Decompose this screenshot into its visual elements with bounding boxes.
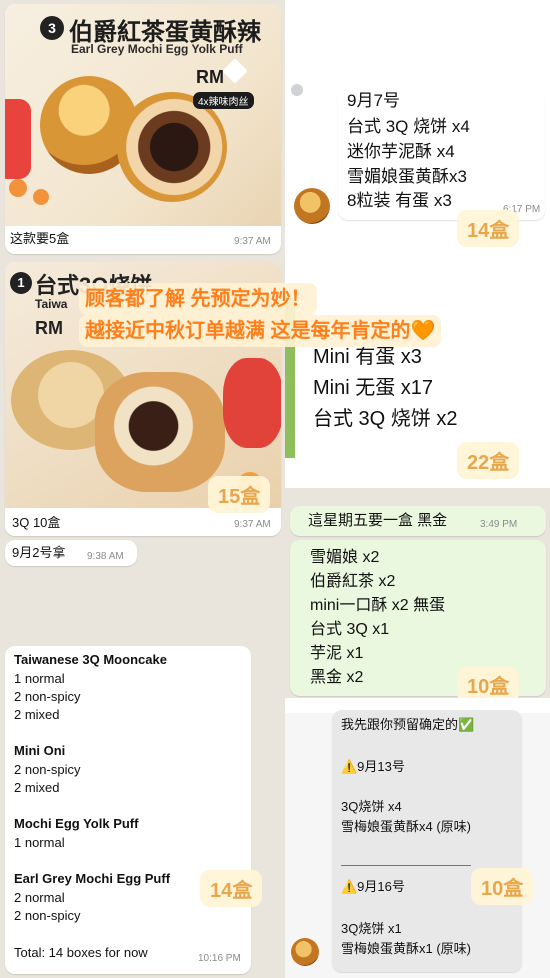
order-line: 台式 3Q 烧饼 x4	[347, 117, 470, 136]
message-time: 9:38 AM	[87, 551, 124, 562]
promo-banner-line-1: 顾客都了解 先预定为妙！	[79, 283, 317, 315]
message-time: 9:37 AM	[234, 519, 271, 530]
product-title-en: Taiwa	[35, 297, 68, 311]
panel-mini-order: Mini 有蛋 x3 Mini 无蛋 x17 台式 3Q 烧饼 x2 22盒	[285, 258, 550, 488]
message-time: 9:37 AM	[234, 236, 271, 247]
text-message-bubble[interactable]: 我先跟你预留确定的✅ ⚠️9月13号 3Q烧饼 x4 雪梅娘蛋黄酥x4 (原味)…	[332, 710, 522, 972]
box-count-badge: 10盒	[471, 868, 534, 905]
box-count-badge: 15盒	[208, 476, 271, 513]
orange-fruit-decoration	[9, 179, 27, 197]
red-lantern-decoration	[223, 358, 281, 448]
message-time: 3:49 PM	[480, 519, 518, 530]
order-line: 黑金 x2	[310, 669, 364, 686]
section-title: Taiwanese 3Q Mooncake	[14, 652, 167, 667]
order-line: 台式 3Q x1	[310, 621, 390, 638]
text-message-bubble[interactable]: Taiwanese 3Q Mooncake 1 normal 2 non-spi…	[5, 646, 251, 974]
reservation-item: 3Q烧饼 x1	[341, 921, 402, 936]
spicy-subtitle: 4x辣味肉丝	[193, 92, 254, 109]
orange-lantern-decoration	[5, 99, 31, 179]
order-line: 迷你芋泥酥 x4	[347, 142, 455, 161]
mooncake-avatar	[294, 188, 330, 224]
section-title: Mini Oni	[14, 743, 66, 758]
section-item: 2 non-spicy	[14, 762, 81, 777]
panel-reservation-confirmation: 我先跟你预留确定的✅ ⚠️9月13号 3Q烧饼 x4 雪梅娘蛋黄酥x4 (原味)…	[285, 698, 550, 978]
intro-text: 我先跟你预留确定的✅	[341, 717, 475, 732]
section-item: 2 non-spicy	[14, 689, 81, 704]
image-message-bubble[interactable]: 3 伯爵紅茶蛋黄酥辣 Earl Grey Mochi Egg Yolk Puff…	[5, 4, 281, 254]
box-count-badge: 14盒	[200, 870, 263, 907]
text-message-bubble[interactable]: 9月7号 台式 3Q 烧饼 x4 迷你芋泥酥 x4 雪媚娘蛋黄酥x3 8粒装 有…	[338, 88, 545, 220]
caption-text: 3Q 10盒	[12, 515, 61, 530]
panel-earl-grey-order: 3 伯爵紅茶蛋黄酥辣 Earl Grey Mochi Egg Yolk Puff…	[0, 0, 285, 258]
reservation-item: 3Q烧饼 x4	[341, 799, 402, 814]
price-text: RM	[35, 318, 63, 338]
order-line: Mini 无蛋 x17	[313, 377, 434, 399]
reservation-item: 雪梅娘蛋黄酥x4 (原味)	[341, 819, 472, 834]
section-title: Earl Grey Mochi Egg Puff	[14, 871, 171, 886]
badge-3: 3	[40, 16, 64, 40]
date-heading: ⚠️9月16号	[341, 879, 405, 894]
order-line: 雪媚娘 x2	[310, 549, 380, 566]
price-text: RM	[196, 67, 224, 87]
product-title-en: Earl Grey Mochi Egg Yolk Puff	[71, 42, 243, 56]
box-count-badge: 14盒	[457, 210, 520, 247]
caption-text: 这款要5盒	[10, 231, 70, 246]
header-text: 這星期五要一盒 黑金	[308, 512, 448, 529]
product-photo[interactable]: 3 伯爵紅茶蛋黄酥辣 Earl Grey Mochi Egg Yolk Puff…	[5, 4, 281, 226]
order-line: 台式 3Q 烧饼 x2	[313, 408, 458, 430]
order-line: 9月7号	[347, 91, 400, 110]
order-line: 芋泥 x1	[310, 645, 364, 662]
orange-fruit-decoration-2	[33, 189, 49, 205]
order-line: 8粒装 有蛋 x3	[347, 191, 452, 210]
panel-sep7-order: 9月7号 台式 3Q 烧饼 x4 迷你芋泥酥 x4 雪媚娘蛋黄酥x3 8粒装 有…	[285, 0, 550, 258]
panel-english-order: Taiwanese 3Q Mooncake 1 normal 2 non-spi…	[0, 570, 285, 978]
text-message-bubble[interactable]: 9月2号拿 9:38 AM	[5, 540, 137, 566]
section-item: 1 normal	[14, 671, 65, 686]
total-text: Total: 14 boxes for now	[14, 945, 148, 960]
box-count-badge: 22盒	[457, 442, 520, 479]
green-header-bubble[interactable]: 這星期五要一盒 黑金 3:49 PM	[290, 506, 546, 536]
section-item: 2 normal	[14, 890, 65, 905]
order-line: 伯爵紅茶 x2	[310, 573, 396, 590]
order-line: Mini 有蛋 x3	[313, 346, 422, 368]
section-item: 1 normal	[14, 835, 65, 850]
badge-1: 1	[10, 272, 32, 294]
price-heart-icon	[222, 58, 248, 84]
order-line: 雪媚娘蛋黄酥x3	[347, 167, 467, 186]
mooncake-avatar	[291, 938, 319, 966]
panel-heijin-order: 這星期五要一盒 黑金 3:49 PM 雪媚娘 x2 伯爵紅茶 x2 mini一口…	[285, 488, 550, 698]
section-item: 2 mixed	[14, 780, 60, 795]
order-line: mini一口酥 x2 無蛋	[310, 597, 446, 614]
date-heading: ⚠️9月13号	[341, 759, 405, 774]
box-count-badge: 10盒	[457, 666, 520, 698]
split-pastry-illustration	[95, 372, 225, 492]
promo-banner-line-2: 越接近中秋订单越满 这是每年肯定的🧡	[79, 315, 442, 347]
section-item: 2 non-spicy	[14, 908, 81, 923]
section-item: 2 mixed	[14, 707, 60, 722]
message-time: 10:16 PM	[198, 953, 241, 964]
divider-text: ——————————	[341, 857, 471, 872]
reservation-item: 雪梅娘蛋黄酥x1 (原味)	[341, 941, 472, 956]
section-title: Mochi Egg Yolk Puff	[14, 816, 139, 831]
gray-bubble-tail-icon	[291, 84, 303, 96]
message-text: 9月2号拿	[12, 545, 66, 560]
